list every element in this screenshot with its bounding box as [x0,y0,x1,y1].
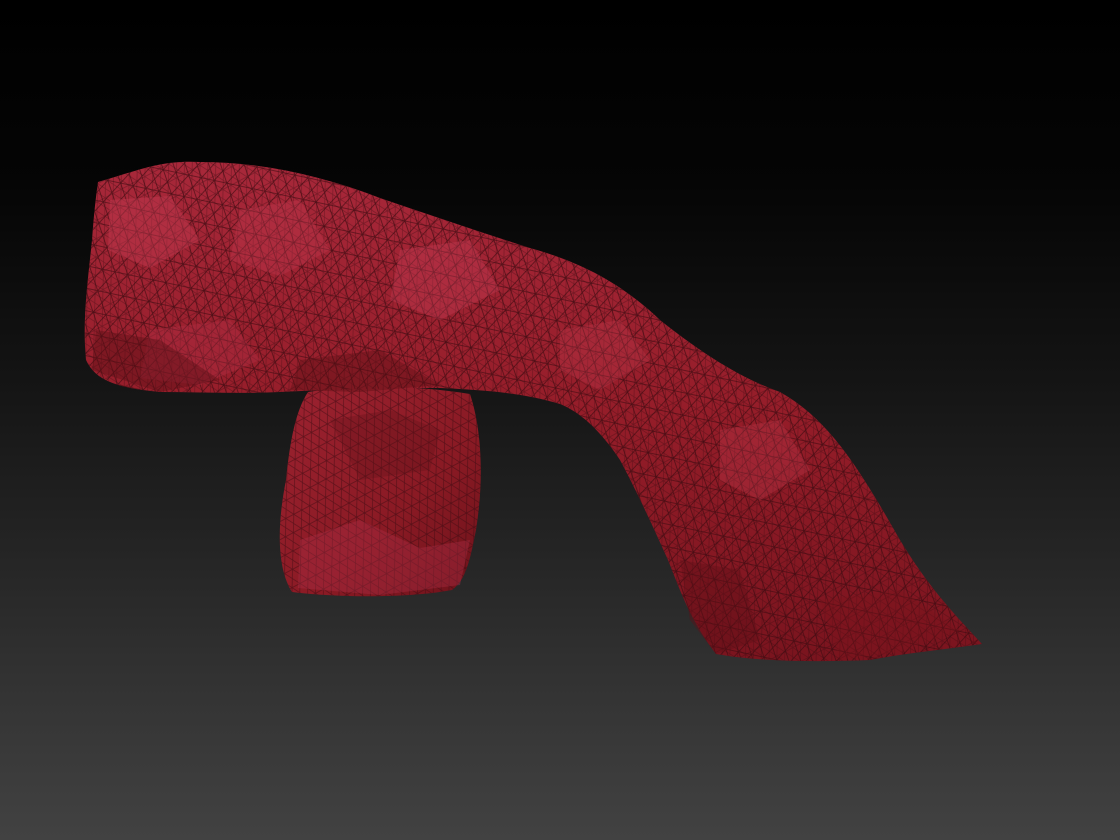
rock-arch[interactable] [84,161,983,662]
3d-viewport[interactable] [0,0,1120,840]
mesh-canvas[interactable] [0,0,1120,840]
rock-pillar[interactable] [279,386,481,597]
